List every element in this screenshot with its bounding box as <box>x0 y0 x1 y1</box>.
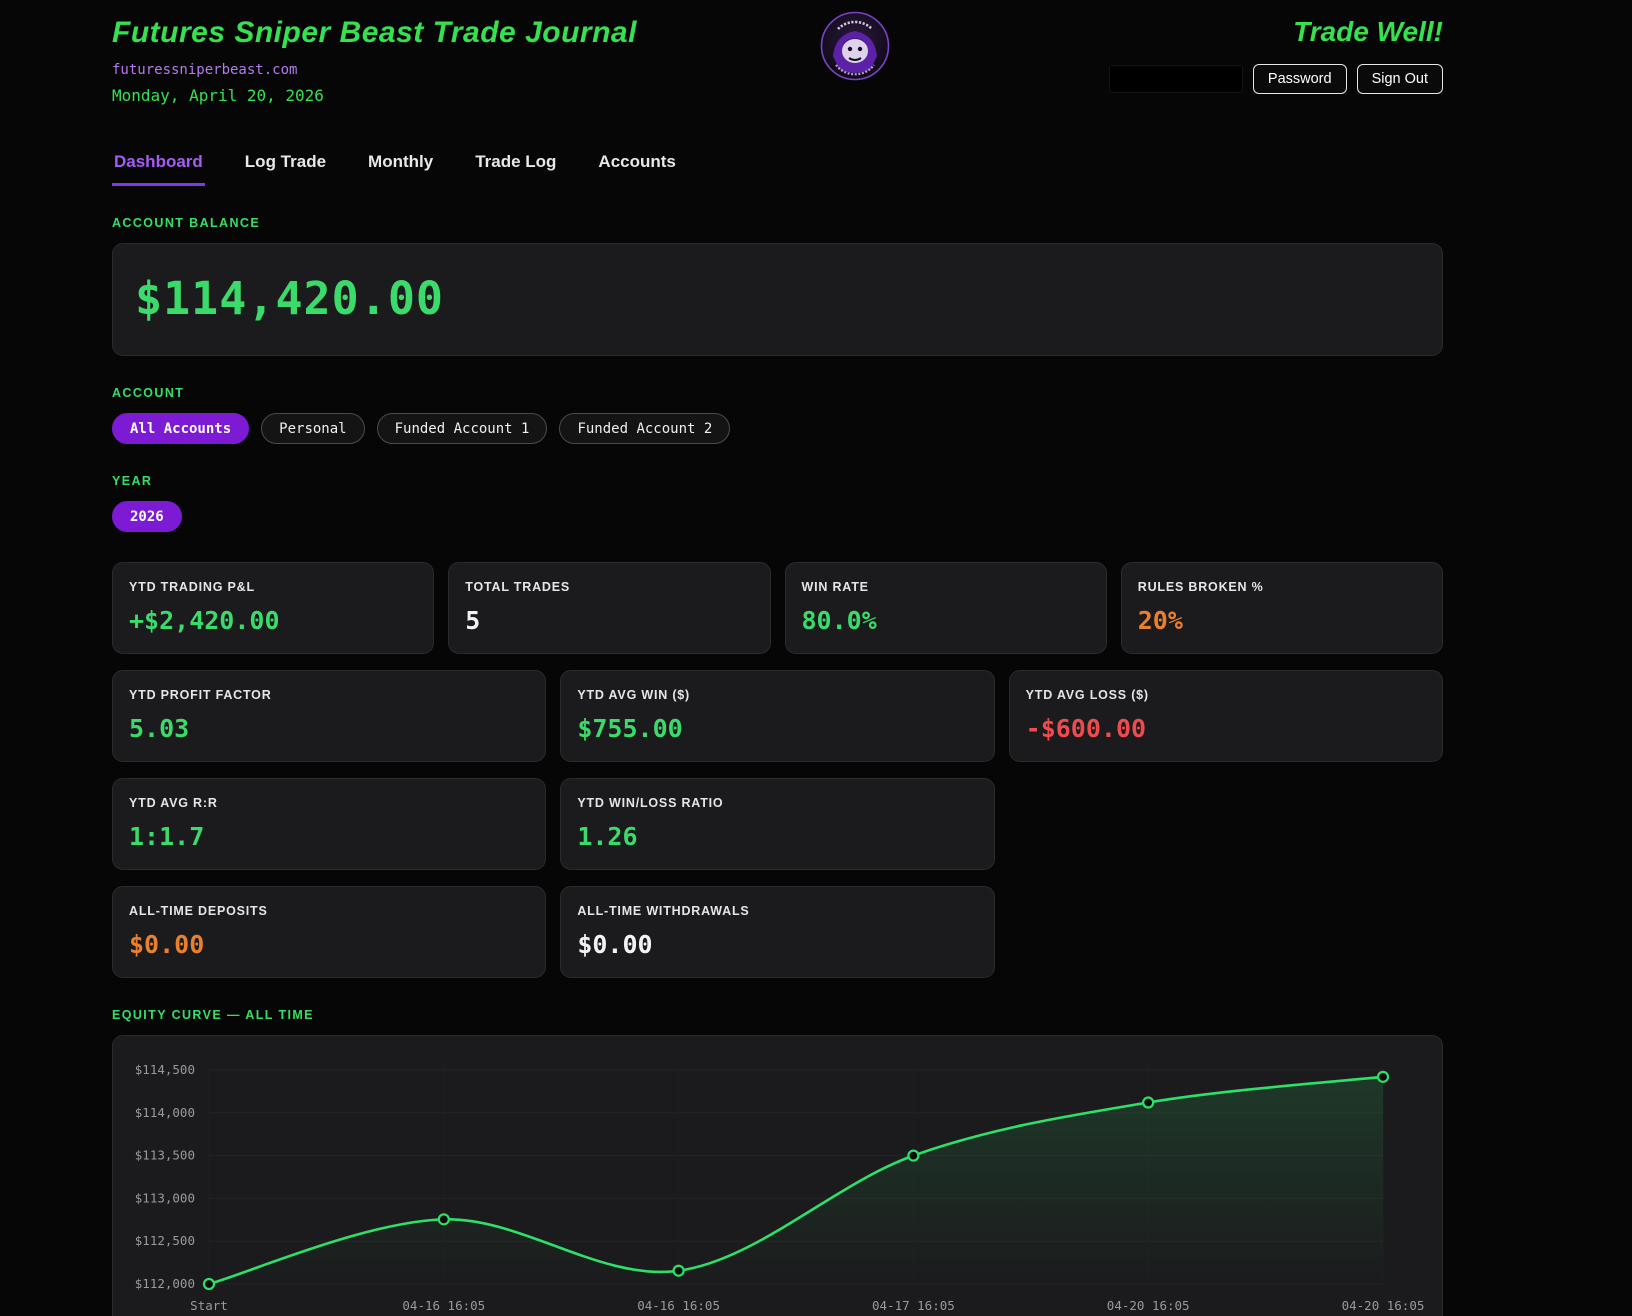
page-container: Futures Sniper Beast Trade Journal futur… <box>112 0 1443 1316</box>
stats-row-1: YTD TRADING P&L +$2,420.00 TOTAL TRADES … <box>112 562 1443 654</box>
tagline: Trade Well! <box>1109 16 1443 48</box>
stat-label: YTD AVG R:R <box>129 796 529 810</box>
tab-bar: Dashboard Log Trade Monthly Trade Log Ac… <box>112 152 1443 186</box>
stat-value: 5 <box>465 606 753 635</box>
header: Futures Sniper Beast Trade Journal futur… <box>112 16 1443 128</box>
svg-text:$114,000: $114,000 <box>135 1105 195 1120</box>
account-filter-all-accounts[interactable]: All Accounts <box>112 413 249 444</box>
stat-value: 1:1.7 <box>129 822 529 851</box>
stat-label: YTD AVG LOSS ($) <box>1026 688 1426 702</box>
stat-value: $0.00 <box>129 930 529 959</box>
stat-card-withdrawals: ALL-TIME WITHDRAWALS $0.00 <box>560 886 994 978</box>
account-filter-funded-1[interactable]: Funded Account 1 <box>377 413 548 444</box>
svg-text:$112,500: $112,500 <box>135 1233 195 1248</box>
gorilla-logo-icon <box>820 11 890 81</box>
site-link[interactable]: futuressniperbeast.com <box>112 62 297 78</box>
tab-log-trade[interactable]: Log Trade <box>243 152 328 186</box>
stat-label: YTD AVG WIN ($) <box>577 688 977 702</box>
stat-label: TOTAL TRADES <box>465 580 753 594</box>
stat-card-total-trades: TOTAL TRADES 5 <box>448 562 770 654</box>
stat-value: 5.03 <box>129 714 529 743</box>
stat-card-avg-win: YTD AVG WIN ($) $755.00 <box>560 670 994 762</box>
stat-card-ytd-pnl: YTD TRADING P&L +$2,420.00 <box>112 562 434 654</box>
data-point <box>439 1214 449 1224</box>
data-point <box>908 1151 918 1161</box>
data-point <box>674 1266 684 1276</box>
svg-text:04-20 16:05: 04-20 16:05 <box>1342 1298 1425 1313</box>
stat-value: 80.0% <box>802 606 1090 635</box>
stat-card-win-rate: WIN RATE 80.0% <box>785 562 1107 654</box>
header-right: Trade Well! Password Sign Out <box>1109 16 1443 94</box>
stat-label: ALL-TIME DEPOSITS <box>129 904 529 918</box>
svg-text:$113,000: $113,000 <box>135 1190 195 1205</box>
tab-dashboard[interactable]: Dashboard <box>112 152 205 186</box>
svg-text:04-16 16:05: 04-16 16:05 <box>402 1298 485 1313</box>
signout-button[interactable]: Sign Out <box>1357 64 1443 94</box>
stat-card-deposits: ALL-TIME DEPOSITS $0.00 <box>112 886 546 978</box>
stat-value: $0.00 <box>577 930 977 959</box>
stat-card-avg-loss: YTD AVG LOSS ($) -$600.00 <box>1009 670 1443 762</box>
data-point <box>1143 1098 1153 1108</box>
equity-section-label: EQUITY CURVE — ALL TIME <box>112 1008 1443 1022</box>
account-section-label: ACCOUNT <box>112 386 1443 400</box>
stats-row-4: ALL-TIME DEPOSITS $0.00 ALL-TIME WITHDRA… <box>112 886 1443 978</box>
svg-text:$112,000: $112,000 <box>135 1276 195 1291</box>
svg-text:04-17 16:05: 04-17 16:05 <box>872 1298 955 1313</box>
account-filter-funded-2[interactable]: Funded Account 2 <box>559 413 730 444</box>
stat-value: +$2,420.00 <box>129 606 417 635</box>
svg-text:04-16 16:05: 04-16 16:05 <box>637 1298 720 1313</box>
account-balance-card: $114,420.00 <box>112 243 1443 356</box>
stat-card-win-loss-ratio: YTD WIN/LOSS RATIO 1.26 <box>560 778 994 870</box>
equity-area-fill <box>209 1077 1383 1284</box>
svg-text:$114,500: $114,500 <box>135 1062 195 1077</box>
tab-monthly[interactable]: Monthly <box>366 152 435 186</box>
year-section-label: YEAR <box>112 474 1443 488</box>
gorilla-logo <box>820 11 890 81</box>
account-filter-personal[interactable]: Personal <box>261 413 364 444</box>
grid-spacer <box>1009 778 1443 870</box>
year-filter-2026[interactable]: 2026 <box>112 501 182 532</box>
data-point <box>204 1279 214 1289</box>
stat-card-avg-rr: YTD AVG R:R 1:1.7 <box>112 778 546 870</box>
tab-trade-log[interactable]: Trade Log <box>473 152 558 186</box>
account-balance-value: $114,420.00 <box>135 272 1420 325</box>
stat-label: YTD TRADING P&L <box>129 580 417 594</box>
stat-value: 20% <box>1138 606 1426 635</box>
stat-label: RULES BROKEN % <box>1138 580 1426 594</box>
stats-row-3: YTD AVG R:R 1:1.7 YTD WIN/LOSS RATIO 1.2… <box>112 778 1443 870</box>
year-filter-row: 2026 <box>112 501 1443 532</box>
stat-value: 1.26 <box>577 822 977 851</box>
password-input[interactable] <box>1109 65 1243 93</box>
stat-card-rules-broken: RULES BROKEN % 20% <box>1121 562 1443 654</box>
stat-label: YTD WIN/LOSS RATIO <box>577 796 977 810</box>
svg-text:04-20 16:05: 04-20 16:05 <box>1107 1298 1190 1313</box>
svg-text:Start: Start <box>190 1298 228 1313</box>
stat-value: $755.00 <box>577 714 977 743</box>
data-point <box>1378 1072 1388 1082</box>
equity-curve-svg: $112,000 $112,500 $113,000 $113,500 $114,000… <box>131 1054 1426 1316</box>
balance-section-label: ACCOUNT BALANCE <box>112 216 1443 230</box>
stats-row-2: YTD PROFIT FACTOR 5.03 YTD AVG WIN ($) $… <box>112 670 1443 762</box>
stat-label: WIN RATE <box>802 580 1090 594</box>
account-filter-row: All Accounts Personal Funded Account 1 F… <box>112 413 1443 444</box>
tab-accounts[interactable]: Accounts <box>596 152 677 186</box>
equity-curve-chart: $112,000 $112,500 $113,000 $113,500 $114,000… <box>112 1035 1443 1316</box>
svg-text:$113,500: $113,500 <box>135 1148 195 1163</box>
stat-label: YTD PROFIT FACTOR <box>129 688 529 702</box>
stat-label: ALL-TIME WITHDRAWALS <box>577 904 977 918</box>
stat-card-profit-factor: YTD PROFIT FACTOR 5.03 <box>112 670 546 762</box>
auth-row: Password Sign Out <box>1109 64 1443 94</box>
stat-value: -$600.00 <box>1026 714 1426 743</box>
password-button[interactable]: Password <box>1253 64 1347 94</box>
grid-spacer <box>1009 886 1443 978</box>
